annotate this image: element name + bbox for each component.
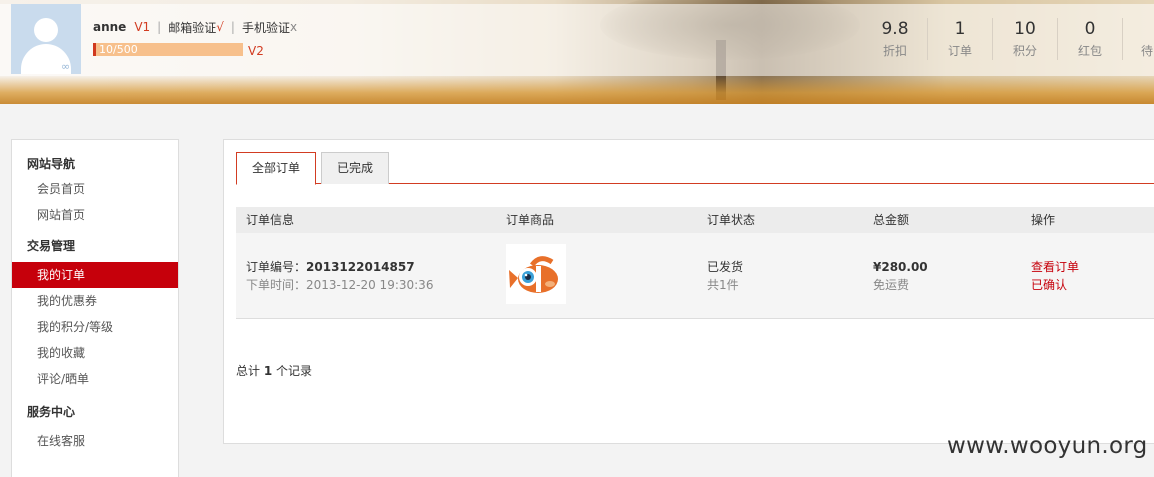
stat-label: 红包 — [1077, 44, 1102, 58]
confirmed-status: 已确认 — [1031, 278, 1068, 292]
email-verified-mark: √ — [216, 20, 224, 34]
view-order-link[interactable]: 查看订单 — [1031, 258, 1079, 276]
sidebar-item-member-home[interactable]: 会员首页 — [12, 176, 178, 202]
user-level[interactable]: V1 — [134, 20, 150, 34]
sidebar-section-title: 网站导航 — [27, 157, 76, 171]
experience-text: 10/500 — [99, 43, 138, 56]
stat-value: 9.8 — [881, 19, 909, 39]
watermark: www.wooyun.org — [947, 433, 1148, 459]
item-count: 共1件 — [707, 278, 739, 292]
summary-suffix: 个记录 — [276, 364, 313, 378]
stat-label: 待 — [1141, 44, 1154, 58]
stat-value: 0 — [1084, 19, 1096, 39]
stat-value: 1 — [954, 19, 966, 39]
table-row: 订单编号：2013122014857 下单时间：2013-12-20 19:30… — [236, 233, 1154, 319]
phone-unverified-mark: x — [289, 20, 298, 34]
stat-discount[interactable]: 9.8 折扣 — [863, 18, 928, 60]
banner-glow — [0, 76, 1154, 104]
stat-label: 积分 — [1012, 44, 1037, 58]
sidebar-item-my-coupons[interactable]: 我的优惠券 — [12, 288, 178, 314]
tab-all-orders[interactable]: 全部订单 — [236, 152, 316, 185]
column-header: 订单商品 — [506, 213, 555, 227]
column-header: 操作 — [1031, 213, 1056, 227]
stat-orders[interactable]: 1 订单 — [928, 18, 993, 60]
avatar-badge-icon: ∞ — [61, 60, 71, 73]
experience-bar: 10/500 — [93, 43, 243, 56]
tab-completed[interactable]: 已完成 — [321, 152, 389, 184]
user-info-line: anne V1 | 邮箱验证 √ | 手机验证 x — [93, 19, 297, 35]
stat-label: 订单 — [947, 44, 972, 58]
sidebar-item-online-service[interactable]: 在线客服 — [12, 428, 178, 454]
summary-prefix: 总计 — [236, 364, 261, 378]
shipping-info: 免运费 — [873, 278, 910, 292]
summary-count: 1 — [263, 364, 273, 378]
sidebar-section-title: 交易管理 — [27, 239, 76, 253]
sidebar-item-my-orders[interactable]: 我的订单 — [12, 262, 178, 288]
order-tabs: 全部订单 已完成 — [236, 152, 1154, 185]
order-time: 下单时间：2013-12-20 19:30:36 — [246, 278, 434, 292]
separator: | — [157, 20, 162, 34]
email-verify-label[interactable]: 邮箱验证 — [168, 19, 216, 36]
avatar[interactable]: ∞ — [11, 4, 81, 74]
stat-value — [1141, 18, 1153, 40]
sidebar-section-title: 服务中心 — [27, 405, 76, 419]
sidebar-item-my-points[interactable]: 我的积分/等级 — [12, 314, 178, 340]
stat-points[interactable]: 10 积分 — [993, 18, 1058, 60]
order-status: 已发货 — [707, 260, 744, 274]
column-header: 订单信息 — [246, 213, 295, 227]
sidebar: 网站导航 会员首页 网站首页 交易管理 我的订单 我的优惠券 我的积分/等级 我… — [11, 139, 179, 477]
stat-pending[interactable]: 待 — [1123, 18, 1153, 60]
stat-label: 折扣 — [882, 44, 907, 58]
column-header: 总金额 — [873, 213, 910, 227]
orders-panel: 全部订单 已完成 订单信息 订单商品 订单状态 总金额 操作 订单编号：2013… — [223, 139, 1154, 444]
next-level: V2 — [248, 44, 264, 58]
column-header: 订单状态 — [707, 213, 756, 227]
stat-red-packets[interactable]: 0 红包 — [1058, 18, 1123, 60]
sidebar-item-my-favorites[interactable]: 我的收藏 — [12, 340, 178, 366]
phone-verify-label[interactable]: 手机验证 — [242, 19, 290, 36]
order-number-value: 2013122014857 — [306, 260, 415, 274]
stats-bar: 9.8 折扣 1 订单 10 积分 0 红包 待 — [863, 18, 1153, 60]
experience-bar-fill — [93, 43, 96, 56]
order-number-label: 订单编号： — [246, 260, 307, 274]
order-amount: ¥280.00 — [873, 260, 928, 274]
fish-toy-icon — [509, 256, 558, 293]
avatar-head — [34, 18, 58, 42]
sidebar-item-site-home[interactable]: 网站首页 — [12, 202, 178, 228]
stat-value: 10 — [1014, 19, 1036, 39]
username: anne — [93, 20, 127, 34]
order-number: 订单编号：2013122014857 — [246, 258, 415, 276]
separator: | — [230, 20, 235, 34]
sidebar-item-reviews[interactable]: 评论/晒单 — [12, 366, 178, 392]
table-header: 订单信息 订单商品 订单状态 总金额 操作 — [236, 207, 1154, 233]
records-summary: 总计 1 个记录 — [236, 362, 312, 379]
product-thumbnail[interactable] — [506, 244, 566, 304]
